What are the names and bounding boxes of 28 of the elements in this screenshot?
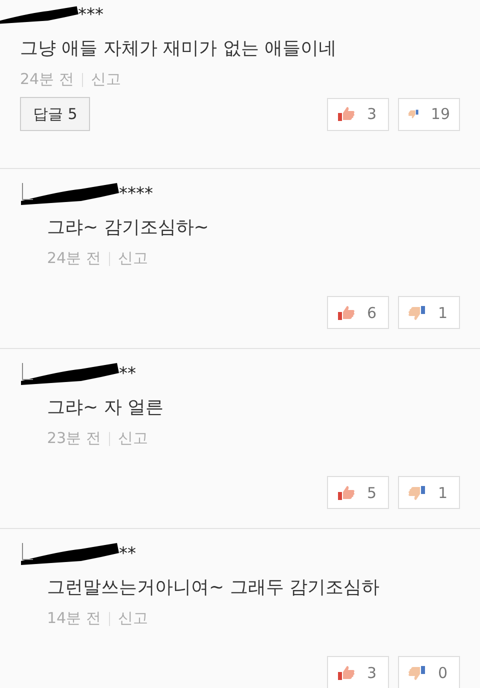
like-button[interactable]: 5 xyxy=(327,476,389,509)
thumbs-up-icon xyxy=(337,106,355,122)
thumbs-up-icon xyxy=(337,484,355,500)
timestamp: 24분 전 xyxy=(47,249,101,268)
dislike-button[interactable]: 0 xyxy=(398,656,460,688)
dislike-button[interactable]: 1 xyxy=(398,476,460,509)
thumbs-down-icon xyxy=(408,484,426,500)
thumbs-up-icon xyxy=(337,664,355,680)
username: ** xyxy=(119,544,136,564)
like-button[interactable]: 3 xyxy=(327,98,389,130)
like-button[interactable]: 3 xyxy=(327,656,389,688)
timestamp: 24분 전 xyxy=(20,70,74,89)
timestamp: 23분 전 xyxy=(47,429,101,448)
comment-text: 그냥 애들 자체가 재미가 없는 애들이네 xyxy=(20,37,338,60)
username: **** xyxy=(119,184,153,204)
dislike-button[interactable]: 1 xyxy=(398,296,460,329)
timestamp: 14분 전 xyxy=(47,609,101,628)
thumbs-down-icon xyxy=(408,664,426,680)
comment-text: 그랴~ 자 얼른 xyxy=(47,396,165,419)
dislike-button[interactable]: 19 xyxy=(398,98,460,130)
like-button[interactable]: 6 xyxy=(327,296,389,329)
comment-text: 그런말쓰는거아니여~ 그래두 감기조심하 xyxy=(47,576,381,599)
thumbs-up-icon xyxy=(337,304,355,320)
username: *** xyxy=(78,5,104,25)
reply-count-button[interactable]: 답글 5 xyxy=(20,97,90,131)
thumbs-down-icon xyxy=(408,304,426,320)
username: ** xyxy=(119,364,136,384)
comment-text: 그랴~ 감기조심하~ xyxy=(47,216,210,239)
